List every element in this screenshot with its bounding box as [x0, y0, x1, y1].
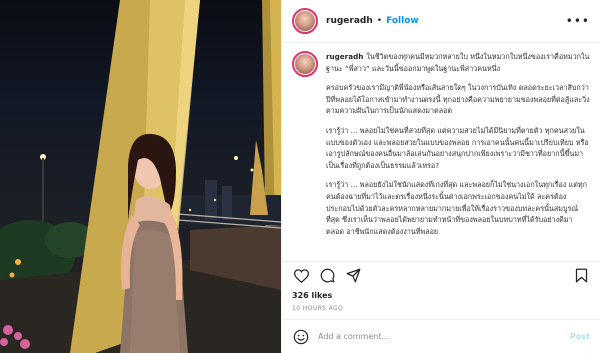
caption-paragraph: rugeradh ในชีวิตของทุกคนมีหมวกหลายใบ หนึ่… [326, 51, 590, 74]
post-sidebar: rugeradh • Follow ••• rugeradh ในชีวิตของ… [281, 0, 600, 353]
action-bar [282, 261, 600, 289]
comment-bubble-icon[interactable] [318, 267, 336, 285]
caption-paragraph: เรารู้ว่า ... พลอยยังไม่ใช่นักแสดงที่เก่… [326, 180, 588, 236]
post-photo[interactable] [0, 0, 281, 353]
header-separator: • [376, 16, 383, 26]
author-username[interactable]: rugeradh [326, 16, 373, 26]
emoji-icon[interactable] [292, 328, 310, 346]
avatar-image [295, 54, 315, 74]
post-comment-button[interactable]: Post [570, 332, 590, 341]
comment-glyph [320, 268, 334, 283]
caption-area: rugeradh ในชีวิตของทุกคนมีหมวกหลายใบ หนึ่… [282, 43, 600, 261]
comment-box: Post [282, 319, 600, 353]
share-glyph [346, 268, 360, 283]
avatar-image [295, 11, 315, 31]
comment-input[interactable] [318, 332, 571, 341]
likes-count[interactable]: 326 likes [282, 289, 600, 303]
caption-paragraph: เรารู้ว่า ... พลอยไม่ใช่คนที่สวยที่สุด แ… [326, 125, 589, 170]
caption-paragraph-text: ในชีวิตของทุกคนมีหมวกหลายใบ หนึ่งในหมวกใ… [326, 52, 590, 73]
instagram-post: rugeradh • Follow ••• rugeradh ในชีวิตของ… [0, 0, 600, 353]
paper-plane-icon[interactable] [344, 267, 362, 285]
follow-button[interactable]: Follow [386, 16, 419, 26]
caption-paragraph: ครอบครัวของเรามีญาติพี่น้องหรือเส้นสายใด… [326, 83, 590, 116]
bookmark-icon[interactable] [572, 267, 590, 285]
heart-glyph [293, 268, 309, 283]
more-options-icon[interactable]: ••• [566, 14, 590, 28]
caption-avatar[interactable] [292, 51, 318, 77]
post-timestamp[interactable]: 10 HOURS AGO [282, 303, 600, 319]
photo-scene [0, 0, 281, 353]
post-header: rugeradh • Follow ••• [282, 0, 600, 43]
caption-text: rugeradh ในชีวิตของทุกคนมีหมวกหลายใบ หนึ่… [326, 51, 590, 261]
caption-author[interactable]: rugeradh [326, 52, 363, 61]
heart-icon[interactable] [292, 267, 310, 285]
author-avatar[interactable] [292, 8, 318, 34]
emoji-glyph [293, 329, 309, 344]
bookmark-glyph [575, 268, 587, 283]
